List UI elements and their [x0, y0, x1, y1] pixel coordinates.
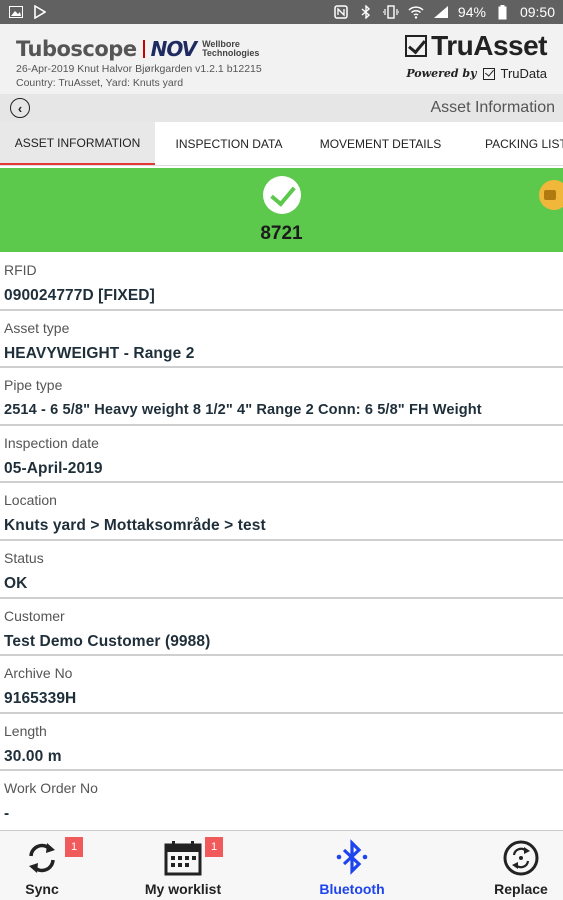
field-label: Asset type: [4, 319, 70, 336]
sync-icon: [23, 839, 61, 877]
field-label: Pipe type: [4, 377, 63, 394]
field-value: 9165339H: [4, 690, 77, 708]
asset-details-list: RFID 090024777D [FIXED] Asset type HEAVY…: [0, 253, 563, 829]
brand-wellbore: Wellbore Technologies: [202, 40, 259, 58]
tab-movement-details[interactable]: MOVEMENT DETAILS: [303, 122, 458, 165]
status-bar: 94% 09:50: [0, 0, 563, 24]
asset-number: 8721: [260, 223, 303, 244]
back-button[interactable]: ‹: [10, 98, 30, 118]
field-pipe-type: Pipe type 2514 - 6 5/8" Heavy weight 8 1…: [0, 368, 563, 426]
battery-icon: [495, 4, 511, 20]
field-length: Length 30.00 m: [0, 714, 563, 772]
bluetooth-icon: [333, 839, 371, 877]
title-bar: ‹ Asset Information: [0, 94, 563, 122]
field-location: Location Knuts yard > Mottaksområde > te…: [0, 483, 563, 541]
nav-bluetooth-label: Bluetooth: [319, 881, 385, 897]
field-value: HEAVYWEIGHT - Range 2: [4, 344, 195, 362]
clock: 09:50: [519, 4, 555, 20]
asset-status-banner: 8721: [0, 168, 563, 252]
nav-replace[interactable]: Replace: [490, 831, 552, 900]
nav-replace-label: Replace: [494, 881, 548, 897]
field-value: Knuts yard > Mottaksområde > test: [4, 517, 266, 535]
field-customer: Customer Test Demo Customer (9988): [0, 599, 563, 657]
field-value: Test Demo Customer (9988): [4, 632, 211, 650]
signal-icon: [433, 4, 449, 20]
photo-notification-icon: [8, 4, 24, 20]
powered-by: Powered by TruData: [406, 66, 547, 81]
tab-packing-list[interactable]: PACKING LIST: [458, 122, 563, 165]
field-label: Length: [4, 722, 47, 739]
nav-bluetooth[interactable]: Bluetooth: [314, 831, 390, 900]
field-label: Status: [4, 549, 44, 566]
truasset-name: TruAsset: [431, 30, 547, 61]
bottom-nav: Sync 1 My worklist 1 Bluetooth Replace: [0, 830, 563, 900]
play-store-icon: [32, 4, 48, 20]
field-asset-type: Asset type HEAVYWEIGHT - Range 2: [0, 311, 563, 369]
brand-tuboscope: Tuboscope: [16, 37, 137, 61]
back-arrow-icon: ‹: [17, 100, 23, 116]
page-title: Asset Information: [430, 99, 556, 116]
field-label: Work Order No: [4, 780, 98, 797]
field-value: 30.00 m: [4, 747, 62, 765]
truasset-logo: TruAsset: [405, 30, 547, 62]
nav-sync[interactable]: Sync: [16, 831, 68, 900]
field-label: Archive No: [4, 665, 73, 682]
field-work-order-no: Work Order No -: [0, 771, 563, 829]
sync-badge: 1: [65, 837, 83, 857]
trudata-name: TruData: [500, 66, 547, 81]
tab-asset-information[interactable]: ASSET INFORMATION: [0, 122, 155, 165]
video-camera-icon: [544, 190, 556, 200]
session-info: 26-Apr-2019 Knut Halvor Bjørkgarden v1.2…: [16, 63, 262, 75]
field-value: 05-April-2019: [4, 459, 103, 477]
field-label: Customer: [4, 607, 65, 624]
field-rfid: RFID 090024777D [FIXED]: [0, 253, 563, 311]
brand-wellbore-line2: Technologies: [202, 48, 260, 58]
brand-separator: [142, 40, 145, 58]
camera-button[interactable]: [539, 180, 563, 210]
nfc-icon: [333, 4, 349, 20]
country-yard-info: Country: TruAsset, Yard: Knuts yard: [16, 77, 184, 89]
ok-check-icon: [263, 176, 301, 214]
trudata-check-icon: [482, 67, 495, 80]
field-value: OK: [4, 574, 28, 592]
field-label: Location: [4, 492, 57, 509]
field-value: 2514 - 6 5/8" Heavy weight 8 1/2" 4" Ran…: [4, 402, 482, 419]
battery-percent: 94%: [457, 4, 486, 20]
powered-by-label: Powered by: [406, 67, 477, 80]
field-inspection-date: Inspection date 05-April-2019: [0, 426, 563, 484]
nav-sync-label: Sync: [25, 881, 59, 897]
tab-inspection-data[interactable]: INSPECTION DATA: [155, 122, 303, 165]
tuboscope-logo: Tuboscope NOV Wellbore Technologies: [16, 37, 259, 61]
field-status: Status OK: [0, 541, 563, 599]
bluetooth-status-icon: [358, 4, 374, 20]
wifi-icon: [408, 4, 424, 20]
app-header: Tuboscope NOV Wellbore Technologies 26-A…: [0, 24, 563, 94]
truasset-check-icon: [405, 35, 428, 57]
vibrate-icon: [382, 4, 399, 20]
field-value: 090024777D [FIXED]: [4, 287, 155, 304]
field-label: RFID: [4, 262, 37, 278]
field-label: Inspection date: [4, 434, 99, 451]
field-archive-no: Archive No 9165339H: [0, 656, 563, 714]
worklist-badge: 1: [205, 837, 223, 857]
brand-nov: NOV: [150, 37, 198, 61]
replace-icon: [502, 839, 540, 877]
nav-worklist-label: My worklist: [144, 881, 222, 897]
calendar-icon: [164, 839, 202, 877]
field-value: -: [4, 805, 10, 823]
tab-bar: ASSET INFORMATION INSPECTION DATA MOVEME…: [0, 122, 563, 166]
